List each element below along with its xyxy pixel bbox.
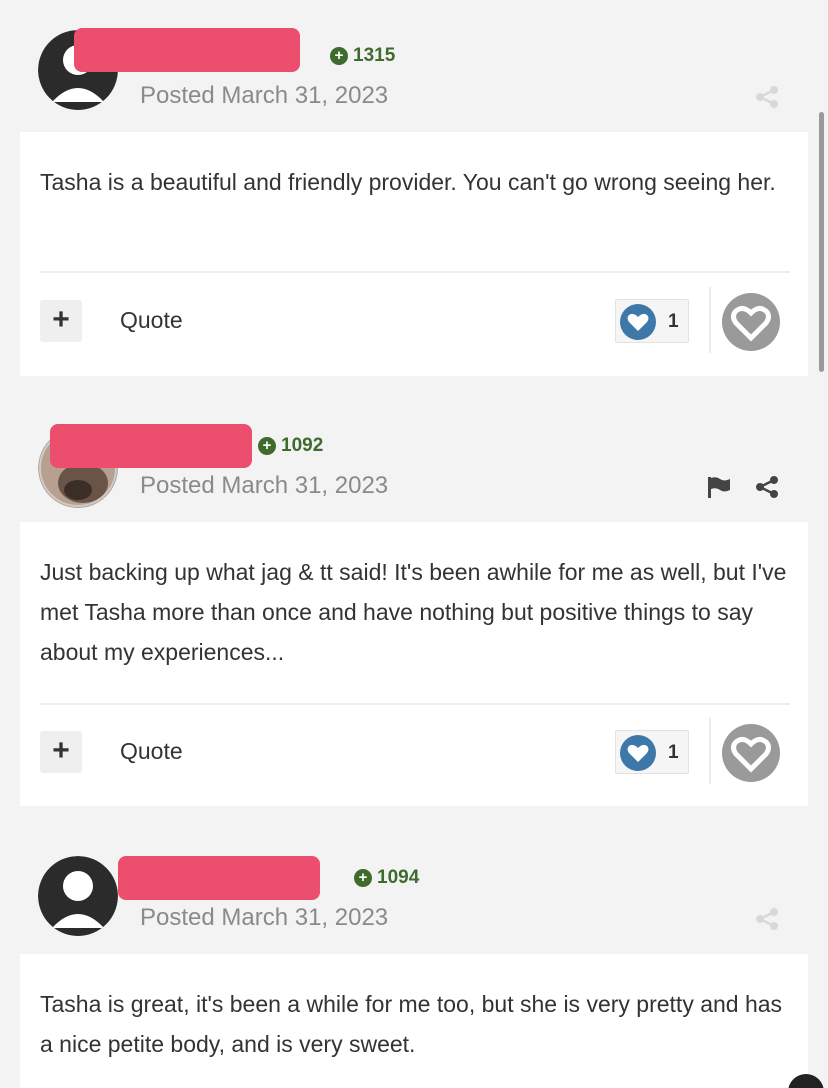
- post-3: + 1094 Posted March 31, 2023 Tasha is gr…: [0, 822, 828, 1088]
- reputation-badge: + 1315: [330, 45, 395, 67]
- reaction-summary[interactable]: 1: [615, 299, 689, 343]
- post-content: Just backing up what jag & tt said! It's…: [20, 522, 808, 806]
- post-footer: + Quote 1: [20, 277, 808, 367]
- post-date[interactable]: Posted March 31, 2023: [140, 904, 388, 932]
- username-redacted: [50, 424, 252, 468]
- reaction-count: 1: [668, 311, 679, 332]
- post-actions: [706, 475, 780, 499]
- divider: [40, 271, 790, 273]
- reaction-count: 1: [668, 742, 679, 763]
- post-2: + 1092 Posted March 31, 2023 Just backin…: [0, 390, 828, 806]
- plus-circle-icon: +: [354, 869, 372, 887]
- avatar[interactable]: [38, 856, 118, 936]
- username-redacted: [74, 28, 300, 72]
- divider: [709, 287, 711, 353]
- heart-icon: [620, 304, 656, 340]
- reputation-badge: + 1094: [354, 867, 419, 889]
- divider: [709, 718, 711, 784]
- post-actions: [754, 85, 780, 109]
- scrollbar[interactable]: [819, 112, 824, 372]
- post-header: + 1315 Posted March 31, 2023: [0, 0, 828, 130]
- react-button[interactable]: [722, 724, 780, 782]
- heart-icon: [620, 735, 656, 771]
- plus-circle-icon: +: [258, 437, 276, 455]
- quote-button[interactable]: Quote: [120, 738, 183, 765]
- reaction-summary[interactable]: 1: [615, 730, 689, 774]
- post-date[interactable]: Posted March 31, 2023: [140, 472, 388, 500]
- multiquote-button[interactable]: +: [40, 300, 82, 342]
- post-body: Tasha is a beautiful and friendly provid…: [40, 169, 776, 195]
- post-actions: [754, 907, 780, 931]
- multiquote-button[interactable]: +: [40, 731, 82, 773]
- share-icon[interactable]: [754, 907, 780, 931]
- post-body: Just backing up what jag & tt said! It's…: [40, 559, 787, 665]
- share-icon[interactable]: [754, 475, 780, 499]
- react-button[interactable]: [722, 293, 780, 351]
- quote-button[interactable]: Quote: [120, 307, 183, 334]
- post-body: Tasha is great, it's been a while for me…: [40, 991, 783, 1057]
- divider: [40, 703, 790, 705]
- post-1: + 1315 Posted March 31, 2023 Tasha is a …: [0, 0, 828, 376]
- post-content: Tasha is great, it's been a while for me…: [20, 954, 808, 1088]
- post-date[interactable]: Posted March 31, 2023: [140, 82, 388, 110]
- flag-icon[interactable]: [706, 475, 732, 499]
- post-content: Tasha is a beautiful and friendly provid…: [20, 132, 808, 376]
- post-footer: + Quote 1: [20, 708, 808, 798]
- plus-circle-icon: +: [330, 47, 348, 65]
- post-header: + 1092 Posted March 31, 2023: [0, 390, 828, 520]
- share-icon[interactable]: [754, 85, 780, 109]
- reputation-badge: + 1092: [258, 435, 323, 457]
- username-redacted: [118, 856, 320, 900]
- post-header: + 1094 Posted March 31, 2023: [0, 822, 828, 952]
